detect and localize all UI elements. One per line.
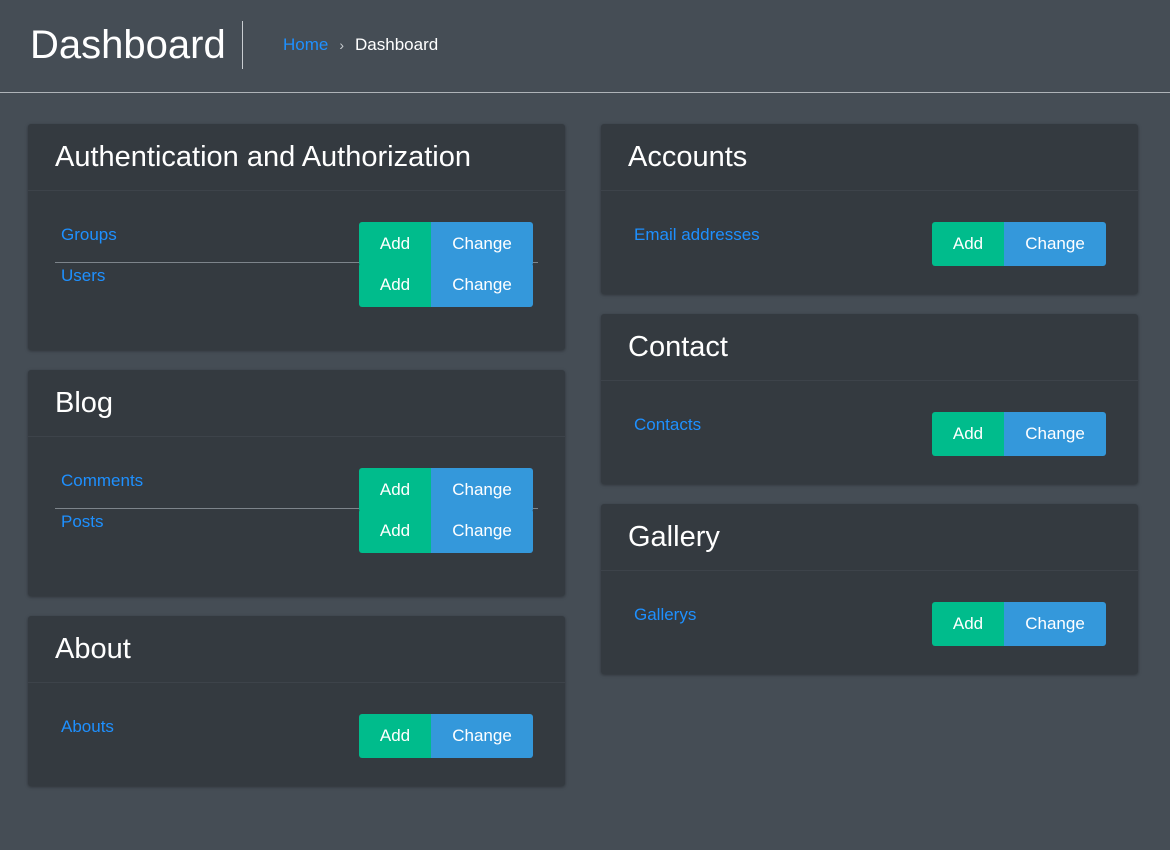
model-link-contacts[interactable]: Contacts xyxy=(634,414,701,436)
action-button-group: Add Change xyxy=(359,509,533,553)
action-button-group: Add Change xyxy=(932,222,1106,266)
add-posts-button[interactable]: Add xyxy=(359,509,431,553)
left-column: Authentication and Authorization Groups Ad… xyxy=(28,124,565,806)
model-link-users[interactable]: Users xyxy=(61,265,105,287)
change-gallerys-button[interactable]: Change xyxy=(1004,602,1106,646)
card-header: Contact xyxy=(601,314,1138,381)
model-link-groups[interactable]: Groups xyxy=(61,224,117,246)
change-groups-button[interactable]: Change xyxy=(431,222,533,266)
add-users-button[interactable]: Add xyxy=(359,263,431,307)
app-card-authentication-and-authorization: Authentication and Authorization Groups Ad… xyxy=(28,124,565,350)
card-header: Accounts xyxy=(601,124,1138,191)
app-title: Accounts xyxy=(628,141,748,173)
action-button-group: Add Change xyxy=(359,714,533,758)
change-comments-button[interactable]: Change xyxy=(431,468,533,512)
breadcrumb-separator: › xyxy=(339,37,345,53)
app-card-about: About Abouts Add Change xyxy=(28,616,565,786)
card-body: Abouts Add Change xyxy=(28,683,565,786)
model-row-users: Users Add Change xyxy=(55,263,538,318)
model-link-comments[interactable]: Comments xyxy=(61,470,143,492)
app-card-blog: Blog Comments Add Change Posts Add Change xyxy=(28,370,565,596)
card-header: About xyxy=(28,616,565,683)
add-abouts-button[interactable]: Add xyxy=(359,714,431,758)
model-link-abouts[interactable]: Abouts xyxy=(61,716,114,738)
card-body: Gallerys Add Change xyxy=(601,571,1138,674)
card-header: Blog xyxy=(28,370,565,437)
app-title: Blog xyxy=(55,387,114,419)
model-row-comments: Comments Add Change xyxy=(55,452,538,512)
action-button-group: Add Change xyxy=(359,263,533,307)
card-body: Comments Add Change Posts Add Change xyxy=(28,437,565,596)
card-body: Email addresses Add Change xyxy=(601,191,1138,294)
right-column: Accounts Email addresses Add Change Contact C… xyxy=(601,124,1138,694)
model-row-email-addresses: Email addresses Add Change xyxy=(628,206,1111,266)
model-row-groups: Groups Add Change xyxy=(55,206,538,266)
add-comments-button[interactable]: Add xyxy=(359,468,431,512)
model-row-contacts: Contacts Add Change xyxy=(628,396,1111,456)
app-card-accounts: Accounts Email addresses Add Change xyxy=(601,124,1138,294)
model-row-posts: Posts Add Change xyxy=(55,509,538,564)
add-groups-button[interactable]: Add xyxy=(359,222,431,266)
app-title: Gallery xyxy=(628,521,720,553)
action-button-group: Add Change xyxy=(359,222,533,266)
app-title: About xyxy=(55,633,131,665)
change-users-button[interactable]: Change xyxy=(431,263,533,307)
title-divider xyxy=(242,21,243,69)
change-posts-button[interactable]: Change xyxy=(431,509,533,553)
page-title: Dashboard xyxy=(30,23,226,67)
model-row-abouts: Abouts Add Change xyxy=(55,698,538,758)
action-button-group: Add Change xyxy=(932,412,1106,456)
change-abouts-button[interactable]: Change xyxy=(431,714,533,758)
breadcrumb-home-link[interactable]: Home xyxy=(283,35,328,54)
app-card-contact: Contact Contacts Add Change xyxy=(601,314,1138,484)
app-card-gallery: Gallery Gallerys Add Change xyxy=(601,504,1138,674)
add-gallerys-button[interactable]: Add xyxy=(932,602,1004,646)
action-button-group: Add Change xyxy=(359,468,533,512)
change-contacts-button[interactable]: Change xyxy=(1004,412,1106,456)
model-link-gallerys[interactable]: Gallerys xyxy=(634,604,696,626)
model-link-posts[interactable]: Posts xyxy=(61,511,104,533)
model-link-email-addresses[interactable]: Email addresses xyxy=(634,224,760,246)
card-body: Groups Add Change Users Add Change xyxy=(28,191,565,350)
card-header: Authentication and Authorization xyxy=(28,124,565,191)
action-button-group: Add Change xyxy=(932,602,1106,646)
add-email-addresses-button[interactable]: Add xyxy=(932,222,1004,266)
app-title: Authentication and Authorization xyxy=(55,141,471,173)
model-row-gallerys: Gallerys Add Change xyxy=(628,586,1111,646)
card-body: Contacts Add Change xyxy=(601,381,1138,484)
app-title: Contact xyxy=(628,331,728,363)
card-header: Gallery xyxy=(601,504,1138,571)
breadcrumb: Home › Dashboard xyxy=(283,34,438,56)
change-email-addresses-button[interactable]: Change xyxy=(1004,222,1106,266)
add-contacts-button[interactable]: Add xyxy=(932,412,1004,456)
page-header: Dashboard Home › Dashboard xyxy=(0,0,1170,93)
breadcrumb-current: Dashboard xyxy=(355,35,439,54)
